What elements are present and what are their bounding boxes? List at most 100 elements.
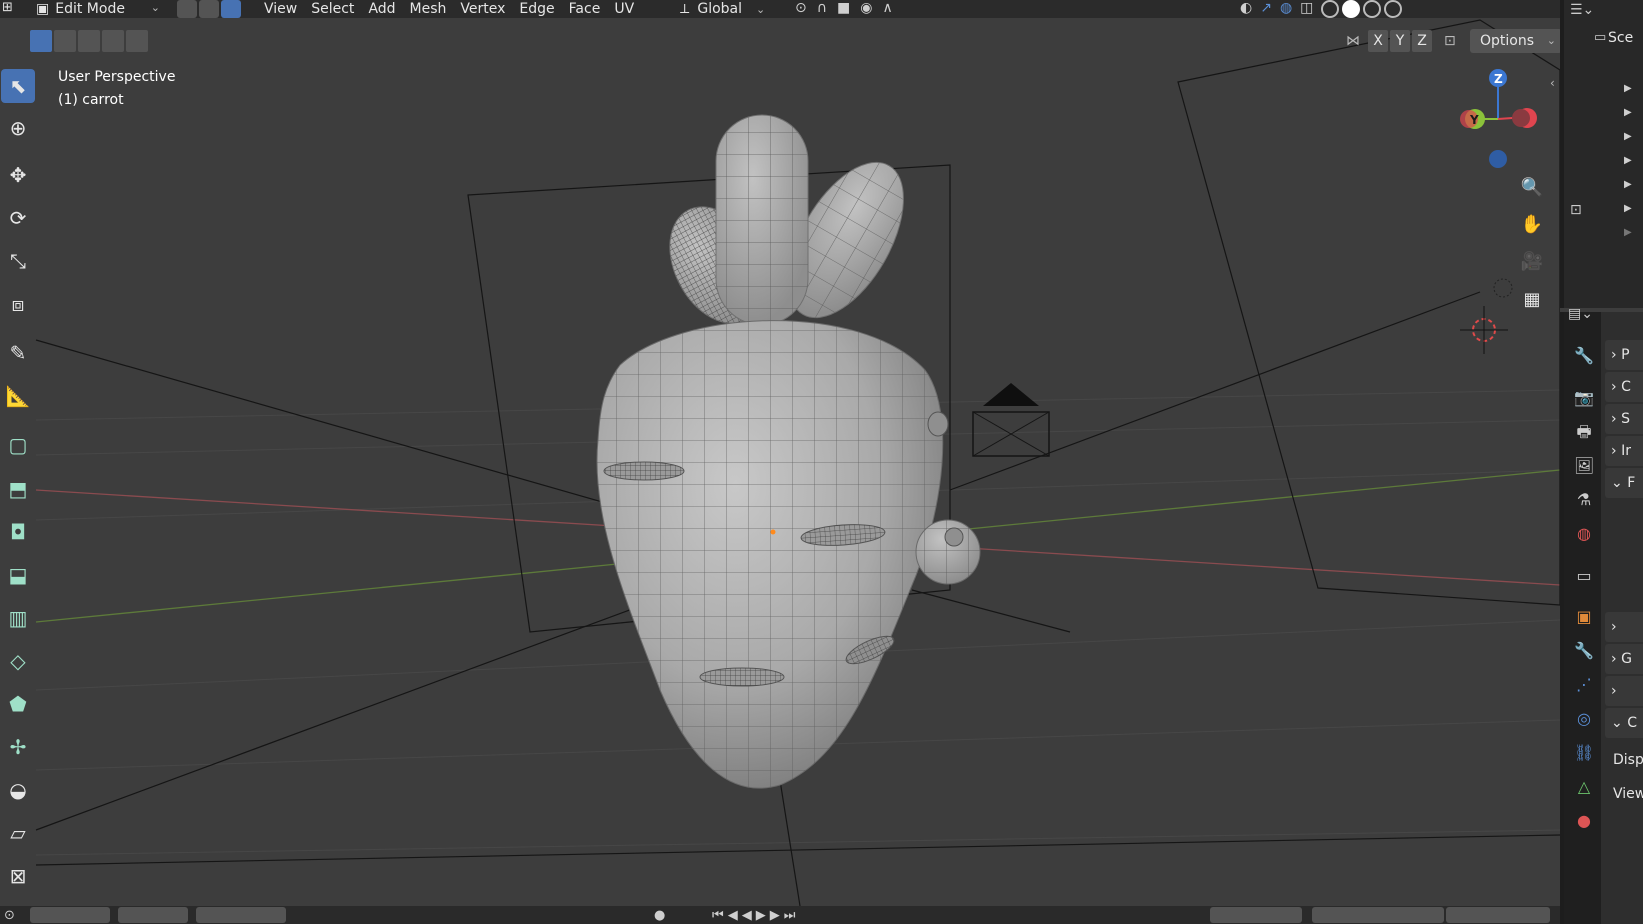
particles-tab-icon[interactable]: ⋰ — [1574, 675, 1594, 695]
cursor-tool[interactable]: ⊕ — [1, 111, 35, 145]
view-layer-tab-icon[interactable]: 🖼 — [1574, 456, 1594, 476]
solid-shading-button[interactable] — [1342, 0, 1361, 18]
rotate-tool[interactable]: ⟳ — [1, 201, 35, 235]
scene-tab-icon[interactable]: ⚗ — [1574, 490, 1594, 510]
gizmo-toggle-icon[interactable]: ↗ — [1260, 0, 1272, 18]
rendered-shading-button[interactable] — [1384, 0, 1403, 18]
smooth-tool[interactable]: ◒ — [1, 773, 35, 807]
carrot-body[interactable] — [596, 320, 949, 789]
carrot-leaves[interactable] — [651, 114, 927, 339]
expand-arrow-icon[interactable]: ▶ — [1624, 179, 1632, 190]
spin-tool[interactable]: ✢ — [1, 730, 35, 764]
panel-header[interactable]: › P — [1605, 340, 1643, 370]
mirror-icon[interactable]: ⋈ — [1346, 33, 1360, 49]
vertex-select-button[interactable] — [177, 0, 197, 18]
navigation-gizmo[interactable]: Z Y — [1455, 62, 1545, 172]
face-select-button[interactable] — [221, 0, 241, 18]
axis-y-button[interactable]: Y — [1390, 30, 1410, 52]
shear-tool[interactable]: ▱ — [1, 816, 35, 850]
proportional-edit-icon[interactable]: ◉ — [860, 0, 872, 16]
tool-tab-icon[interactable]: 🔧 — [1574, 346, 1594, 366]
transform-orientation[interactable]: ⟂ Global ⌄ — [680, 0, 765, 18]
ortho-toggle-button[interactable]: ▦ — [1517, 284, 1547, 314]
options-dropdown[interactable]: Options ⌄ — [1470, 29, 1562, 53]
pivot-icon[interactable]: ⊙ — [795, 0, 807, 16]
select-extend-button[interactable] — [54, 30, 76, 52]
collection-tab-icon[interactable]: ▭ — [1574, 566, 1594, 586]
overlay-toggle-icon[interactable]: ◍ — [1280, 0, 1292, 18]
object-tab-icon[interactable]: ▣ — [1574, 607, 1594, 627]
select-new-button[interactable] — [30, 30, 52, 52]
add-cube-tool[interactable]: ▢ — [1, 428, 35, 462]
output-tab-icon[interactable]: 🖶 — [1574, 422, 1594, 442]
menu-vertex[interactable]: Vertex — [460, 1, 505, 17]
select-box-tool[interactable]: ⬉ — [1, 69, 35, 103]
scale-tool[interactable]: ⤡ — [1, 244, 35, 278]
editor-type-icon[interactable]: ⊞ — [2, 0, 13, 15]
tail-sphere[interactable] — [915, 519, 981, 585]
expand-arrow-icon[interactable]: ▶ — [1624, 227, 1632, 238]
select-subtract-button[interactable] — [78, 30, 100, 52]
outliner-editor-icon[interactable]: ☰⌄ — [1570, 2, 1594, 18]
expand-arrow-icon[interactable]: ▶ — [1624, 83, 1632, 94]
playback-controls[interactable]: ⏮◀◀▶▶⏭ — [712, 908, 799, 923]
xray-toggle-icon[interactable]: ◫ — [1300, 0, 1313, 18]
playback-menu[interactable] — [30, 907, 110, 923]
camera-view-button[interactable]: 🎥 — [1517, 246, 1547, 276]
end-frame-field[interactable] — [1446, 907, 1550, 923]
material-shading-button[interactable] — [1363, 0, 1382, 18]
poly-build-tool[interactable]: ⬟ — [1, 687, 35, 721]
record-icon[interactable]: ● — [654, 908, 665, 923]
axis-x-button[interactable]: X — [1368, 30, 1388, 52]
menu-face[interactable]: Face — [569, 1, 601, 17]
viewport-canvas[interactable] — [0, 0, 1560, 906]
3d-cursor[interactable] — [1460, 306, 1508, 354]
panel-header[interactable]: › C — [1605, 372, 1643, 402]
annotate-tool[interactable]: ✎ — [1, 336, 35, 370]
expand-arrow-icon[interactable]: ▶ — [1624, 131, 1632, 142]
edge-select-button[interactable] — [199, 0, 219, 18]
view-menu[interactable] — [196, 907, 286, 923]
bevel-tool[interactable]: ⬓ — [1, 558, 35, 592]
sidebar-toggle-icon[interactable]: ‹ — [1550, 76, 1555, 90]
pan-button[interactable]: ✋ — [1517, 209, 1547, 239]
keying-menu[interactable] — [118, 907, 188, 923]
modifier-tab-icon[interactable]: 🔧 — [1574, 641, 1594, 661]
measure-tool[interactable]: 📐 — [1, 379, 35, 413]
wireframe-shading-button[interactable] — [1321, 0, 1340, 18]
zoom-button[interactable]: 🔍 — [1517, 172, 1547, 202]
expand-arrow-icon[interactable]: ▶ — [1624, 203, 1632, 214]
constraints-tab-icon[interactable]: ⛓ — [1574, 743, 1594, 763]
expand-arrow-icon[interactable]: ▶ — [1624, 155, 1632, 166]
visibility-icon[interactable]: ◐ — [1240, 0, 1252, 18]
inset-tool[interactable]: ◘ — [1, 515, 35, 549]
start-frame-field[interactable] — [1312, 907, 1444, 923]
transform-tool[interactable]: ⧈ — [1, 287, 35, 321]
material-tab-icon[interactable]: ● — [1574, 811, 1594, 831]
panel-header[interactable]: › G — [1605, 644, 1643, 674]
select-intersect-button[interactable] — [126, 30, 148, 52]
menu-add[interactable]: Add — [368, 1, 395, 17]
current-frame-field[interactable] — [1210, 907, 1302, 923]
filter-icon[interactable]: ⊡ — [1570, 202, 1582, 218]
extrude-tool[interactable]: ⬒ — [1, 472, 35, 506]
menu-edge[interactable]: Edge — [519, 1, 554, 17]
physics-tab-icon[interactable]: ◎ — [1574, 709, 1594, 729]
menu-mesh[interactable]: Mesh — [410, 1, 447, 17]
snap-magnet-icon[interactable]: ∩ — [817, 0, 827, 16]
shrink-fatten-tool[interactable]: ⊠ — [1, 859, 35, 893]
menu-select[interactable]: Select — [311, 1, 354, 17]
loop-cut-tool[interactable]: ▥ — [1, 601, 35, 635]
properties-editor-icon[interactable]: ▤⌄ — [1568, 306, 1593, 322]
panel-header[interactable]: › — [1605, 612, 1643, 642]
data-tab-icon[interactable]: △ — [1574, 777, 1594, 797]
falloff-icon[interactable]: ∧ — [882, 0, 892, 16]
expand-arrow-icon[interactable]: ▶ — [1624, 107, 1632, 118]
select-invert-button[interactable] — [102, 30, 124, 52]
menu-uv[interactable]: UV — [614, 1, 634, 17]
knife-tool[interactable]: ◇ — [1, 644, 35, 678]
auto-merge-icon[interactable]: ⊡ — [1444, 33, 1456, 49]
render-tab-icon[interactable]: 📷 — [1574, 388, 1594, 408]
panel-header[interactable]: › — [1605, 676, 1643, 706]
menu-view[interactable]: View — [264, 1, 297, 17]
